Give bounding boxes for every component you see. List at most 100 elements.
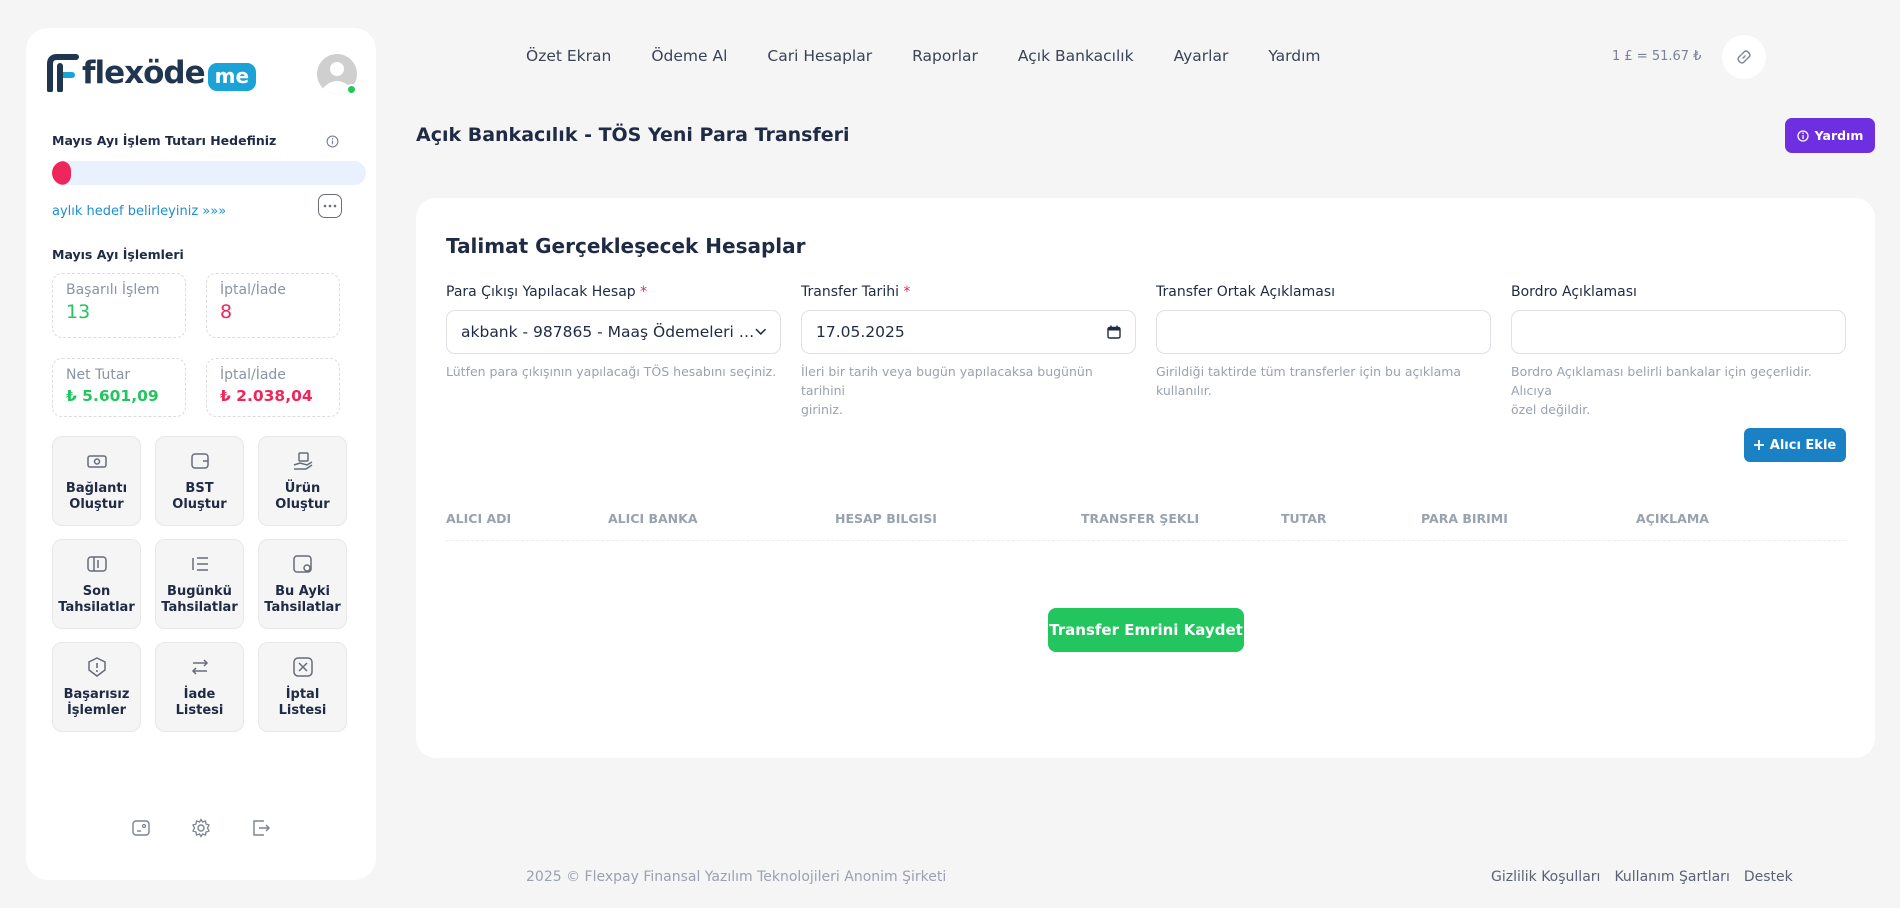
required-mark: * xyxy=(903,284,911,300)
tile-label: İptal Listesi xyxy=(259,687,346,719)
link-button[interactable] xyxy=(1722,35,1766,79)
add-recipient-button[interactable]: Alıcı Ekle xyxy=(1744,428,1846,462)
profile-card-icon[interactable] xyxy=(131,818,151,838)
common-description-input[interactable] xyxy=(1156,310,1491,354)
field-label: Para Çıkışı Yapılacak Hesap * xyxy=(446,284,781,300)
footer-links: Gizlilik Koşulları Kullanım Şartları Des… xyxy=(1491,869,1793,885)
transfer-date-value: 17.05.2025 xyxy=(816,323,905,341)
product-hand-icon xyxy=(293,452,312,470)
calendar-icon xyxy=(292,555,312,573)
field-common-description: Transfer Ortak Açıklaması Girildiği takt… xyxy=(1156,284,1491,400)
page-title: Açık Bankacılık - TÖS Yeni Para Transfer… xyxy=(416,124,850,146)
exchange-rate: 1 £ = 51.67 ₺ xyxy=(1612,49,1702,64)
tile-label-line2: Oluştur xyxy=(69,497,124,512)
nav-item-summary[interactable]: Özet Ekran xyxy=(526,47,611,65)
tile-label-line1: Bugünkü xyxy=(167,584,232,599)
nav-item-accounts[interactable]: Cari Hesaplar xyxy=(767,47,872,65)
field-hint: İleri bir tarih veya bugün yapılacaksa b… xyxy=(801,362,1136,419)
card-icon xyxy=(86,556,107,572)
tile-create-product[interactable]: Ürün Oluştur xyxy=(258,436,347,526)
field-hint-line2: giriniz. xyxy=(801,402,843,417)
field-label: Transfer Tarihi * xyxy=(801,284,1136,300)
column-header[interactable]: HESAP BILGISI xyxy=(835,511,937,526)
recipients-table-header: ALICI ADI ALICI BANKA HESAP BILGISI TRAN… xyxy=(446,511,1846,541)
footer-link-support[interactable]: Destek xyxy=(1744,869,1793,885)
stat-label: Başarılı İşlem xyxy=(66,282,160,298)
column-header[interactable]: PARA BIRIMI xyxy=(1421,511,1508,526)
nav-item-receive-payment[interactable]: Ödeme Al xyxy=(651,47,727,65)
tile-cancel-list[interactable]: İptal Listesi xyxy=(258,642,347,732)
flexode-logo-icon xyxy=(47,54,79,92)
tile-refund-list[interactable]: İade Listesi xyxy=(155,642,244,732)
tile-recent-collections[interactable]: Son Tahsilatlar xyxy=(52,539,141,629)
column-header[interactable]: ALICI ADI xyxy=(446,511,511,526)
set-goal-link[interactable]: aylık hedef belirleyiniz »»» xyxy=(52,204,226,219)
gear-icon[interactable] xyxy=(191,818,211,838)
stat-label: Net Tutar xyxy=(66,367,131,383)
logout-icon[interactable] xyxy=(251,818,271,838)
field-hint: Bordro Açıklaması belirli bankalar için … xyxy=(1511,362,1846,419)
tile-month-collections[interactable]: Bu Ayki Tahsilatlar xyxy=(258,539,347,629)
add-recipient-label: Alıcı Ekle xyxy=(1769,437,1837,453)
field-label: Transfer Ortak Açıklaması xyxy=(1156,284,1336,300)
tile-label: Başarısız İşlemler xyxy=(53,687,140,719)
info-icon[interactable] xyxy=(326,135,339,148)
column-header[interactable]: ALICI BANKA xyxy=(608,511,698,526)
tile-create-link[interactable]: Bağlantı Oluştur xyxy=(52,436,141,526)
field-hint: Lütfen para çıkışının yapılacağı TÖS hes… xyxy=(446,364,777,379)
stat-successful: Başarılı İşlem 13 xyxy=(52,273,186,338)
field-hint-line1: İleri bir tarih veya bugün yapılacaksa b… xyxy=(801,364,1093,398)
calendar-picker-icon[interactable] xyxy=(1107,325,1121,339)
money-icon xyxy=(86,455,107,468)
column-header[interactable]: TRANSFER ŞEKLI xyxy=(1081,511,1199,526)
list-icon xyxy=(191,557,208,571)
cancel-icon xyxy=(292,657,313,677)
online-status-dot xyxy=(346,84,357,95)
tile-today-collections[interactable]: Bugünkü Tahsilatlar xyxy=(155,539,244,629)
field-label-text: Transfer Tarihi xyxy=(801,284,899,300)
tile-label: Bugünkü Tahsilatlar xyxy=(156,584,243,616)
goal-progress-fill xyxy=(52,161,71,185)
column-header[interactable]: AÇIKLAMA xyxy=(1636,511,1709,526)
wallet-icon xyxy=(190,453,209,469)
help-button[interactable]: Yardım xyxy=(1785,118,1875,153)
transfer-date-input[interactable]: 17.05.2025 xyxy=(801,310,1136,354)
tile-label-line2: Oluştur xyxy=(275,497,330,512)
link-icon xyxy=(1737,50,1751,64)
tile-label-line1: Ürün xyxy=(284,481,321,496)
bordro-description-input[interactable] xyxy=(1511,310,1846,354)
more-options-button[interactable] xyxy=(318,194,342,218)
stat-label: İptal/İade xyxy=(220,367,286,383)
save-transfer-button[interactable]: Transfer Emrini Kaydet xyxy=(1048,608,1244,652)
tile-label-line1: Son xyxy=(82,584,111,599)
nav-item-reports[interactable]: Raporlar xyxy=(912,47,978,65)
month-transactions-title: Mayıs Ayı İşlemleri xyxy=(52,247,184,262)
chevron-down-icon xyxy=(754,328,766,336)
column-header[interactable]: TUTAR xyxy=(1281,511,1327,526)
refund-icon xyxy=(191,659,208,675)
footer-copyright: 2025 © Flexpay Finansal Yazılım Teknoloj… xyxy=(526,869,947,885)
tile-label: Bağlantı Oluştur xyxy=(53,481,140,513)
field-source-account: Para Çıkışı Yapılacak Hesap * akbank - 9… xyxy=(446,284,781,381)
tile-label-line2: Tahsilatlar xyxy=(264,600,341,615)
tile-failed-transactions[interactable]: Başarısız İşlemler xyxy=(52,642,141,732)
nav-item-help[interactable]: Yardım xyxy=(1268,47,1320,65)
tile-label-line2: Listesi xyxy=(278,703,327,718)
tile-label-line2: Listesi xyxy=(175,703,224,718)
field-transfer-date: Transfer Tarihi * 17.05.2025 İleri bir t… xyxy=(801,284,1136,419)
nav-item-settings[interactable]: Ayarlar xyxy=(1174,47,1229,65)
tile-create-bst[interactable]: BST Oluştur xyxy=(155,436,244,526)
stat-net-amount: Net Tutar ₺ 5.601,09 xyxy=(52,358,186,417)
tile-label-line2: İşlemler xyxy=(66,703,127,718)
footer-link-terms[interactable]: Kullanım Şartları xyxy=(1614,869,1729,885)
plus-icon xyxy=(1753,440,1764,450)
tile-label: Son Tahsilatlar xyxy=(53,584,140,616)
brand-name: flexöde xyxy=(82,55,206,91)
source-account-select[interactable]: akbank - 987865 - Maaş Ödemeleri (T... xyxy=(446,310,781,354)
nav-item-open-banking[interactable]: Açık Bankacılık xyxy=(1018,47,1134,65)
sidebar-bottom-actions xyxy=(26,818,376,838)
footer-link-privacy[interactable]: Gizlilik Koşulları xyxy=(1491,869,1600,885)
ellipsis-icon xyxy=(323,204,337,208)
stat-value: 8 xyxy=(220,301,233,323)
brand-logo[interactable]: flexöde me xyxy=(46,54,257,92)
